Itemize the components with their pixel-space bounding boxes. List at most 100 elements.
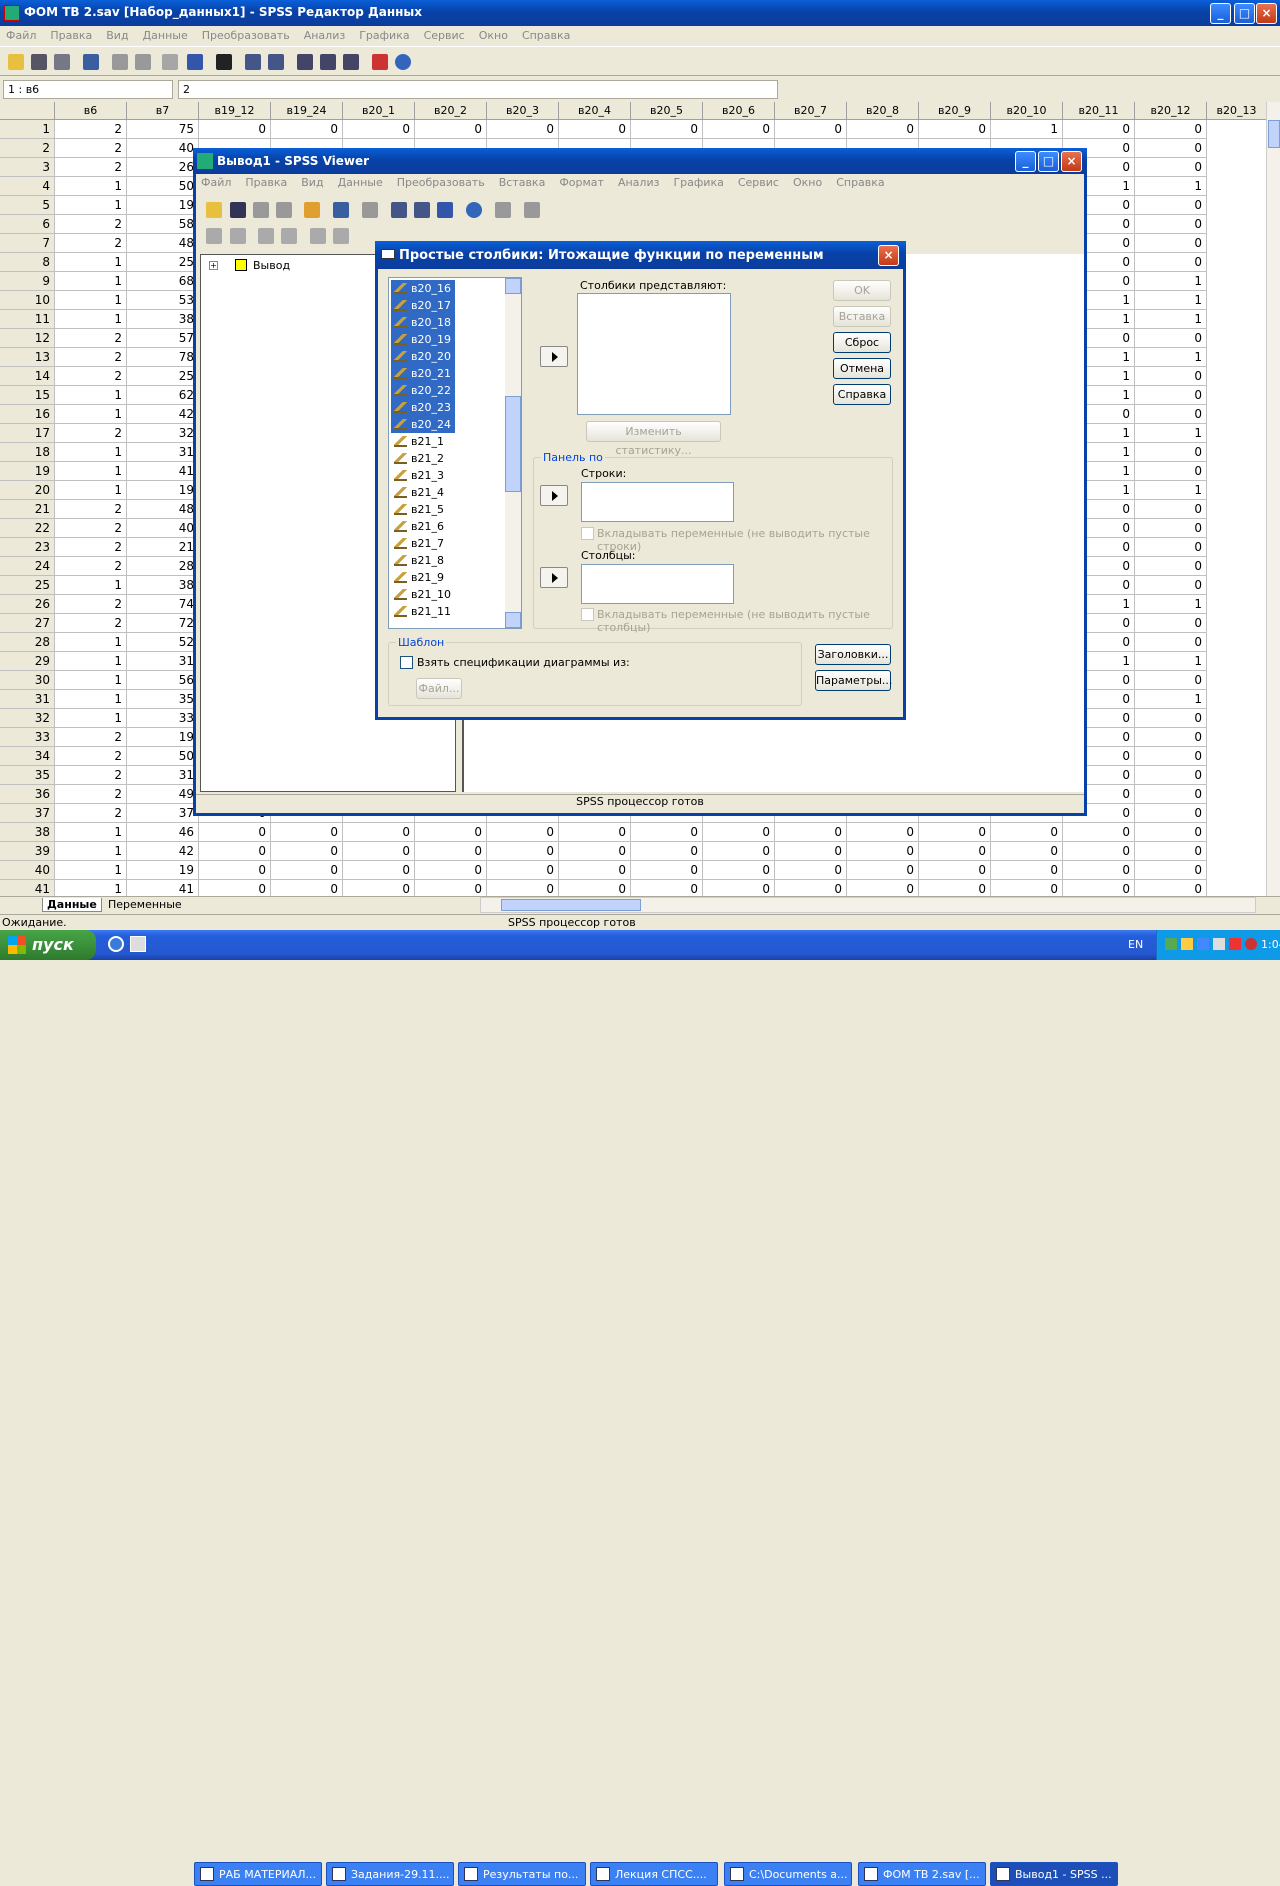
data-cell[interactable]: 0 [1135,139,1207,158]
variable-item[interactable]: в21_9 [391,569,501,586]
data-cell[interactable]: 1 [991,120,1063,139]
row-header[interactable]: 14 [0,367,55,386]
row-header[interactable]: 12 [0,329,55,348]
menu-item-3[interactable]: Данные [143,29,188,42]
data-cell[interactable]: 31 [127,443,199,462]
reset-button[interactable]: Сброс [833,332,891,353]
row-header[interactable]: 19 [0,462,55,481]
data-cell[interactable]: 0 [487,880,559,896]
redo-icon[interactable] [135,54,151,70]
data-cell[interactable]: 0 [1135,538,1207,557]
variables-icon[interactable] [187,54,203,70]
print-preview-icon[interactable] [276,202,292,218]
data-cell[interactable]: 1 [55,576,127,595]
variable-list[interactable]: в20_16 в20_17 в20_18 в20_19 в20_20 в20_21 в20_… [388,277,522,629]
data-cell[interactable]: 2 [55,139,127,158]
data-cell[interactable]: 19 [127,481,199,500]
insert-cases-icon[interactable] [245,54,261,70]
data-cell[interactable]: 0 [1135,728,1207,747]
menu-item-7[interactable]: Анализ [618,176,660,189]
cols-nest-checkbox[interactable] [581,608,594,621]
data-cell[interactable]: 2 [55,367,127,386]
data-cell[interactable]: 0 [415,880,487,896]
menu-item-4[interactable]: Преобразовать [397,176,485,189]
data-cell[interactable]: 2 [55,329,127,348]
column-header[interactable]: в6 [55,102,127,120]
menu-item-3[interactable]: Данные [338,176,383,189]
data-cell[interactable]: 0 [271,120,343,139]
data-cell[interactable]: 0 [847,842,919,861]
data-cell[interactable]: 0 [1135,766,1207,785]
data-cell[interactable]: 2 [55,348,127,367]
data-cell[interactable]: 0 [199,823,271,842]
ie-icon[interactable] [108,936,124,952]
data-cell[interactable]: 0 [703,120,775,139]
menu-item-7[interactable]: Сервис [424,29,465,42]
row-header[interactable]: 3 [0,158,55,177]
data-cell[interactable]: 1 [55,861,127,880]
data-cell[interactable]: 0 [1135,671,1207,690]
column-header[interactable]: в20_9 [919,102,991,120]
menu-item-6[interactable]: Формат [559,176,604,189]
data-cell[interactable]: 40 [127,519,199,538]
cell-value-input[interactable]: 2 [178,80,778,99]
data-cell[interactable]: 62 [127,386,199,405]
data-cell[interactable]: 72 [127,614,199,633]
expand-icon[interactable] [258,228,274,244]
data-cell[interactable]: 1 [55,386,127,405]
data-cell[interactable]: 0 [271,823,343,842]
variable-item[interactable]: в21_5 [391,501,501,518]
data-cell[interactable]: 1 [55,272,127,291]
data-cell[interactable]: 0 [919,823,991,842]
variable-item[interactable]: в20_18 [391,314,455,331]
menu-item-1[interactable]: Правка [50,29,92,42]
data-cell[interactable]: 1 [55,880,127,896]
data-cell[interactable]: 31 [127,766,199,785]
data-cell[interactable]: 19 [127,196,199,215]
data-cell[interactable]: 0 [991,861,1063,880]
taskbar-button[interactable]: Результаты по... [458,1862,586,1886]
data-cell[interactable]: 2 [55,424,127,443]
data-cell[interactable]: 2 [55,785,127,804]
data-cell[interactable]: 0 [199,861,271,880]
data-cell[interactable]: 0 [1135,804,1207,823]
data-cell[interactable]: 19 [127,728,199,747]
viewer-close-button[interactable]: × [1061,151,1082,172]
data-cell[interactable]: 0 [1135,709,1207,728]
data-cell[interactable]: 0 [1135,196,1207,215]
variable-item[interactable]: в21_8 [391,552,501,569]
data-cell[interactable]: 50 [127,177,199,196]
row-header[interactable]: 2 [0,139,55,158]
data-cell[interactable]: 52 [127,633,199,652]
value-labels-icon[interactable] [372,54,388,70]
data-cell[interactable]: 1 [55,443,127,462]
move-to-bars-button[interactable] [540,346,568,367]
data-cell[interactable]: 1 [1135,595,1207,614]
data-cell[interactable]: 0 [1135,861,1207,880]
data-cell[interactable]: 0 [1135,462,1207,481]
row-header[interactable]: 35 [0,766,55,785]
outline-root-label[interactable]: Вывод [253,259,290,272]
variable-item[interactable]: в20_23 [391,399,455,416]
data-cell[interactable]: 1 [1135,177,1207,196]
data-cell[interactable]: 0 [1063,880,1135,896]
data-cell[interactable]: 0 [631,880,703,896]
data-cell[interactable]: 0 [1135,500,1207,519]
data-cell[interactable]: 1 [1135,652,1207,671]
data-cell[interactable]: 40 [127,139,199,158]
row-header[interactable]: 39 [0,842,55,861]
taskbar-button[interactable]: Задания-29.11.... [326,1862,454,1886]
save-icon[interactable] [230,202,246,218]
data-cell[interactable]: 0 [199,842,271,861]
data-cell[interactable]: 2 [55,120,127,139]
menu-item-10[interactable]: Окно [793,176,822,189]
data-cell[interactable]: 0 [1063,861,1135,880]
data-cell[interactable]: 19 [127,861,199,880]
data-cell[interactable]: 0 [919,120,991,139]
data-cell[interactable]: 41 [127,880,199,896]
data-cell[interactable]: 0 [1063,120,1135,139]
data-cell[interactable]: 2 [55,747,127,766]
data-cell[interactable]: 1 [55,253,127,272]
scroll-thumb[interactable] [1268,120,1280,148]
data-cell[interactable]: 0 [487,842,559,861]
